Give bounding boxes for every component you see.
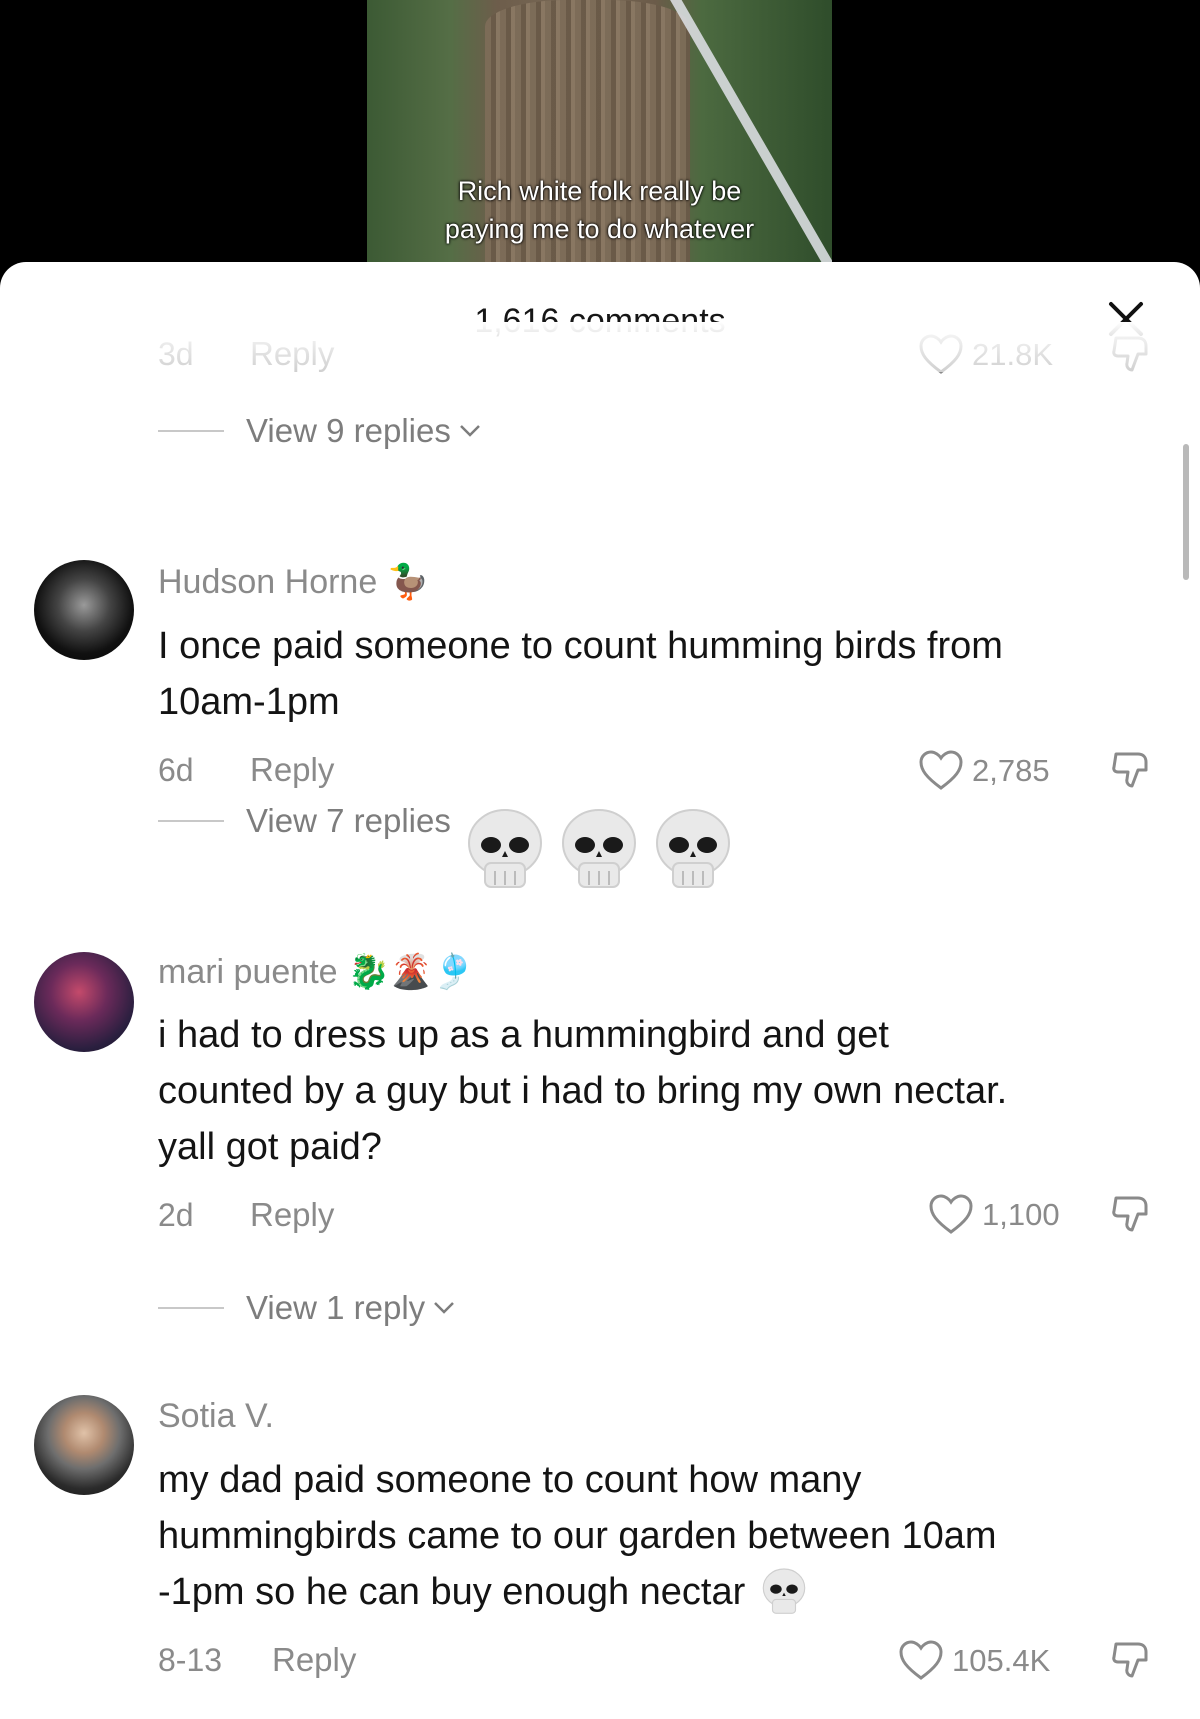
comment-text: I once paid someone to count humming bir… [158,618,1158,730]
comment-age: 3d [158,336,194,372]
like-count: 21.8K [972,337,1054,372]
comment-author[interactable]: mari puente 🐉🌋🎐 [158,952,475,992]
comment-author[interactable]: Sotia V. [158,1397,274,1436]
author-name: Hudson Horne [158,562,378,601]
comment-line-wrap: -1pm so he can buy enough nectar [158,1564,1158,1620]
view-replies-button[interactable]: View 9 replies [158,412,481,450]
comment-age: 6d [158,752,194,788]
comment-line: yall got paid? [158,1126,382,1168]
comment-line: hummingbirds came to our garden between … [158,1515,997,1557]
author-name: Sotia V. [158,1397,274,1435]
scrollbar[interactable] [1183,444,1189,580]
heart-icon [899,1640,943,1680]
dislike-button[interactable] [1108,332,1154,378]
thumbs-down-icon [1112,1196,1148,1232]
thumbs-down-icon [1112,752,1148,788]
view-replies-button[interactable]: View 1 reply [158,1289,455,1327]
comment-age: 2d [158,1197,194,1233]
comment-author[interactable]: Hudson Horne 🦆 [158,562,430,602]
reply-thread-line [158,1307,224,1309]
video-caption: Rich white folk really be paying me to d… [367,172,832,248]
dragon-volcano-emoji-icon: 🐉🌋🎐 [347,953,475,991]
skull-stickers [465,807,733,893]
skull-icon [656,809,730,888]
skull-icon [562,809,636,888]
skull-icon [468,809,542,888]
avatar[interactable] [34,1395,134,1495]
comment-line: -1pm so he can buy enough nectar [158,1571,746,1613]
reply-button[interactable]: Reply [250,751,334,789]
comment-text: my dad paid someone to count how many hu… [158,1452,1158,1620]
caption-line-1: Rich white folk really be [457,176,742,206]
comment-age: 8-13 [158,1642,223,1678]
reply-thread-line [158,820,224,822]
thumbs-down-icon [1112,1642,1148,1678]
chevron-down-icon [459,425,480,437]
comments-sheet: 1,616 comments 3d Reply 21.8K View 9 rep… [0,262,1200,1719]
comment-line: counted by a guy but i had to bring my o… [158,1070,1008,1112]
heart-icon [929,1194,973,1234]
like-button[interactable]: 2,785 [918,750,1050,792]
chevron-down-icon [434,1302,455,1314]
view-replies-button[interactable]: View 7 replies [158,802,451,840]
reply-button[interactable]: Reply [250,335,334,373]
view-replies-label: View 7 replies [246,802,451,839]
duck-emoji-icon: 🦆 [387,563,430,601]
comment-text: i had to dress up as a hummingbird and g… [158,1007,1158,1175]
avatar[interactable] [34,952,134,1052]
dislike-button[interactable] [1108,748,1154,794]
comment-line: I once paid someone to count humming bir… [158,625,1003,667]
dislike-button[interactable] [1108,1192,1154,1238]
like-button[interactable]: 1,100 [928,1194,1060,1236]
like-count: 1,100 [982,1197,1060,1232]
heart-icon [919,750,963,790]
comment-line: 10am-1pm [158,681,340,723]
reply-button[interactable]: Reply [250,1196,334,1234]
heart-icon [919,334,963,374]
thumbs-down-icon [1112,336,1148,372]
reply-button[interactable]: Reply [272,1641,356,1679]
reply-thread-line [158,430,224,432]
author-name: mari puente [158,952,338,991]
like-button[interactable]: 21.8K [918,334,1053,376]
comment-line: my dad paid someone to count how many [158,1459,862,1501]
caption-line-2: paying me to do whatever [444,214,755,244]
avatar[interactable] [34,560,134,660]
view-replies-label: View 9 replies [246,412,451,449]
comment-line: i had to dress up as a hummingbird and g… [158,1014,889,1056]
video-area[interactable]: Rich white folk really be paying me to d… [0,0,1200,300]
dislike-button[interactable] [1108,1638,1154,1684]
video-thumbnail[interactable]: Rich white folk really be paying me to d… [367,0,832,262]
skull-icon [763,1568,806,1614]
like-count: 2,785 [972,753,1050,788]
view-replies-label: View 1 reply [246,1289,426,1326]
like-count: 105.4K [952,1643,1051,1678]
like-button[interactable]: 105.4K [898,1640,1050,1682]
